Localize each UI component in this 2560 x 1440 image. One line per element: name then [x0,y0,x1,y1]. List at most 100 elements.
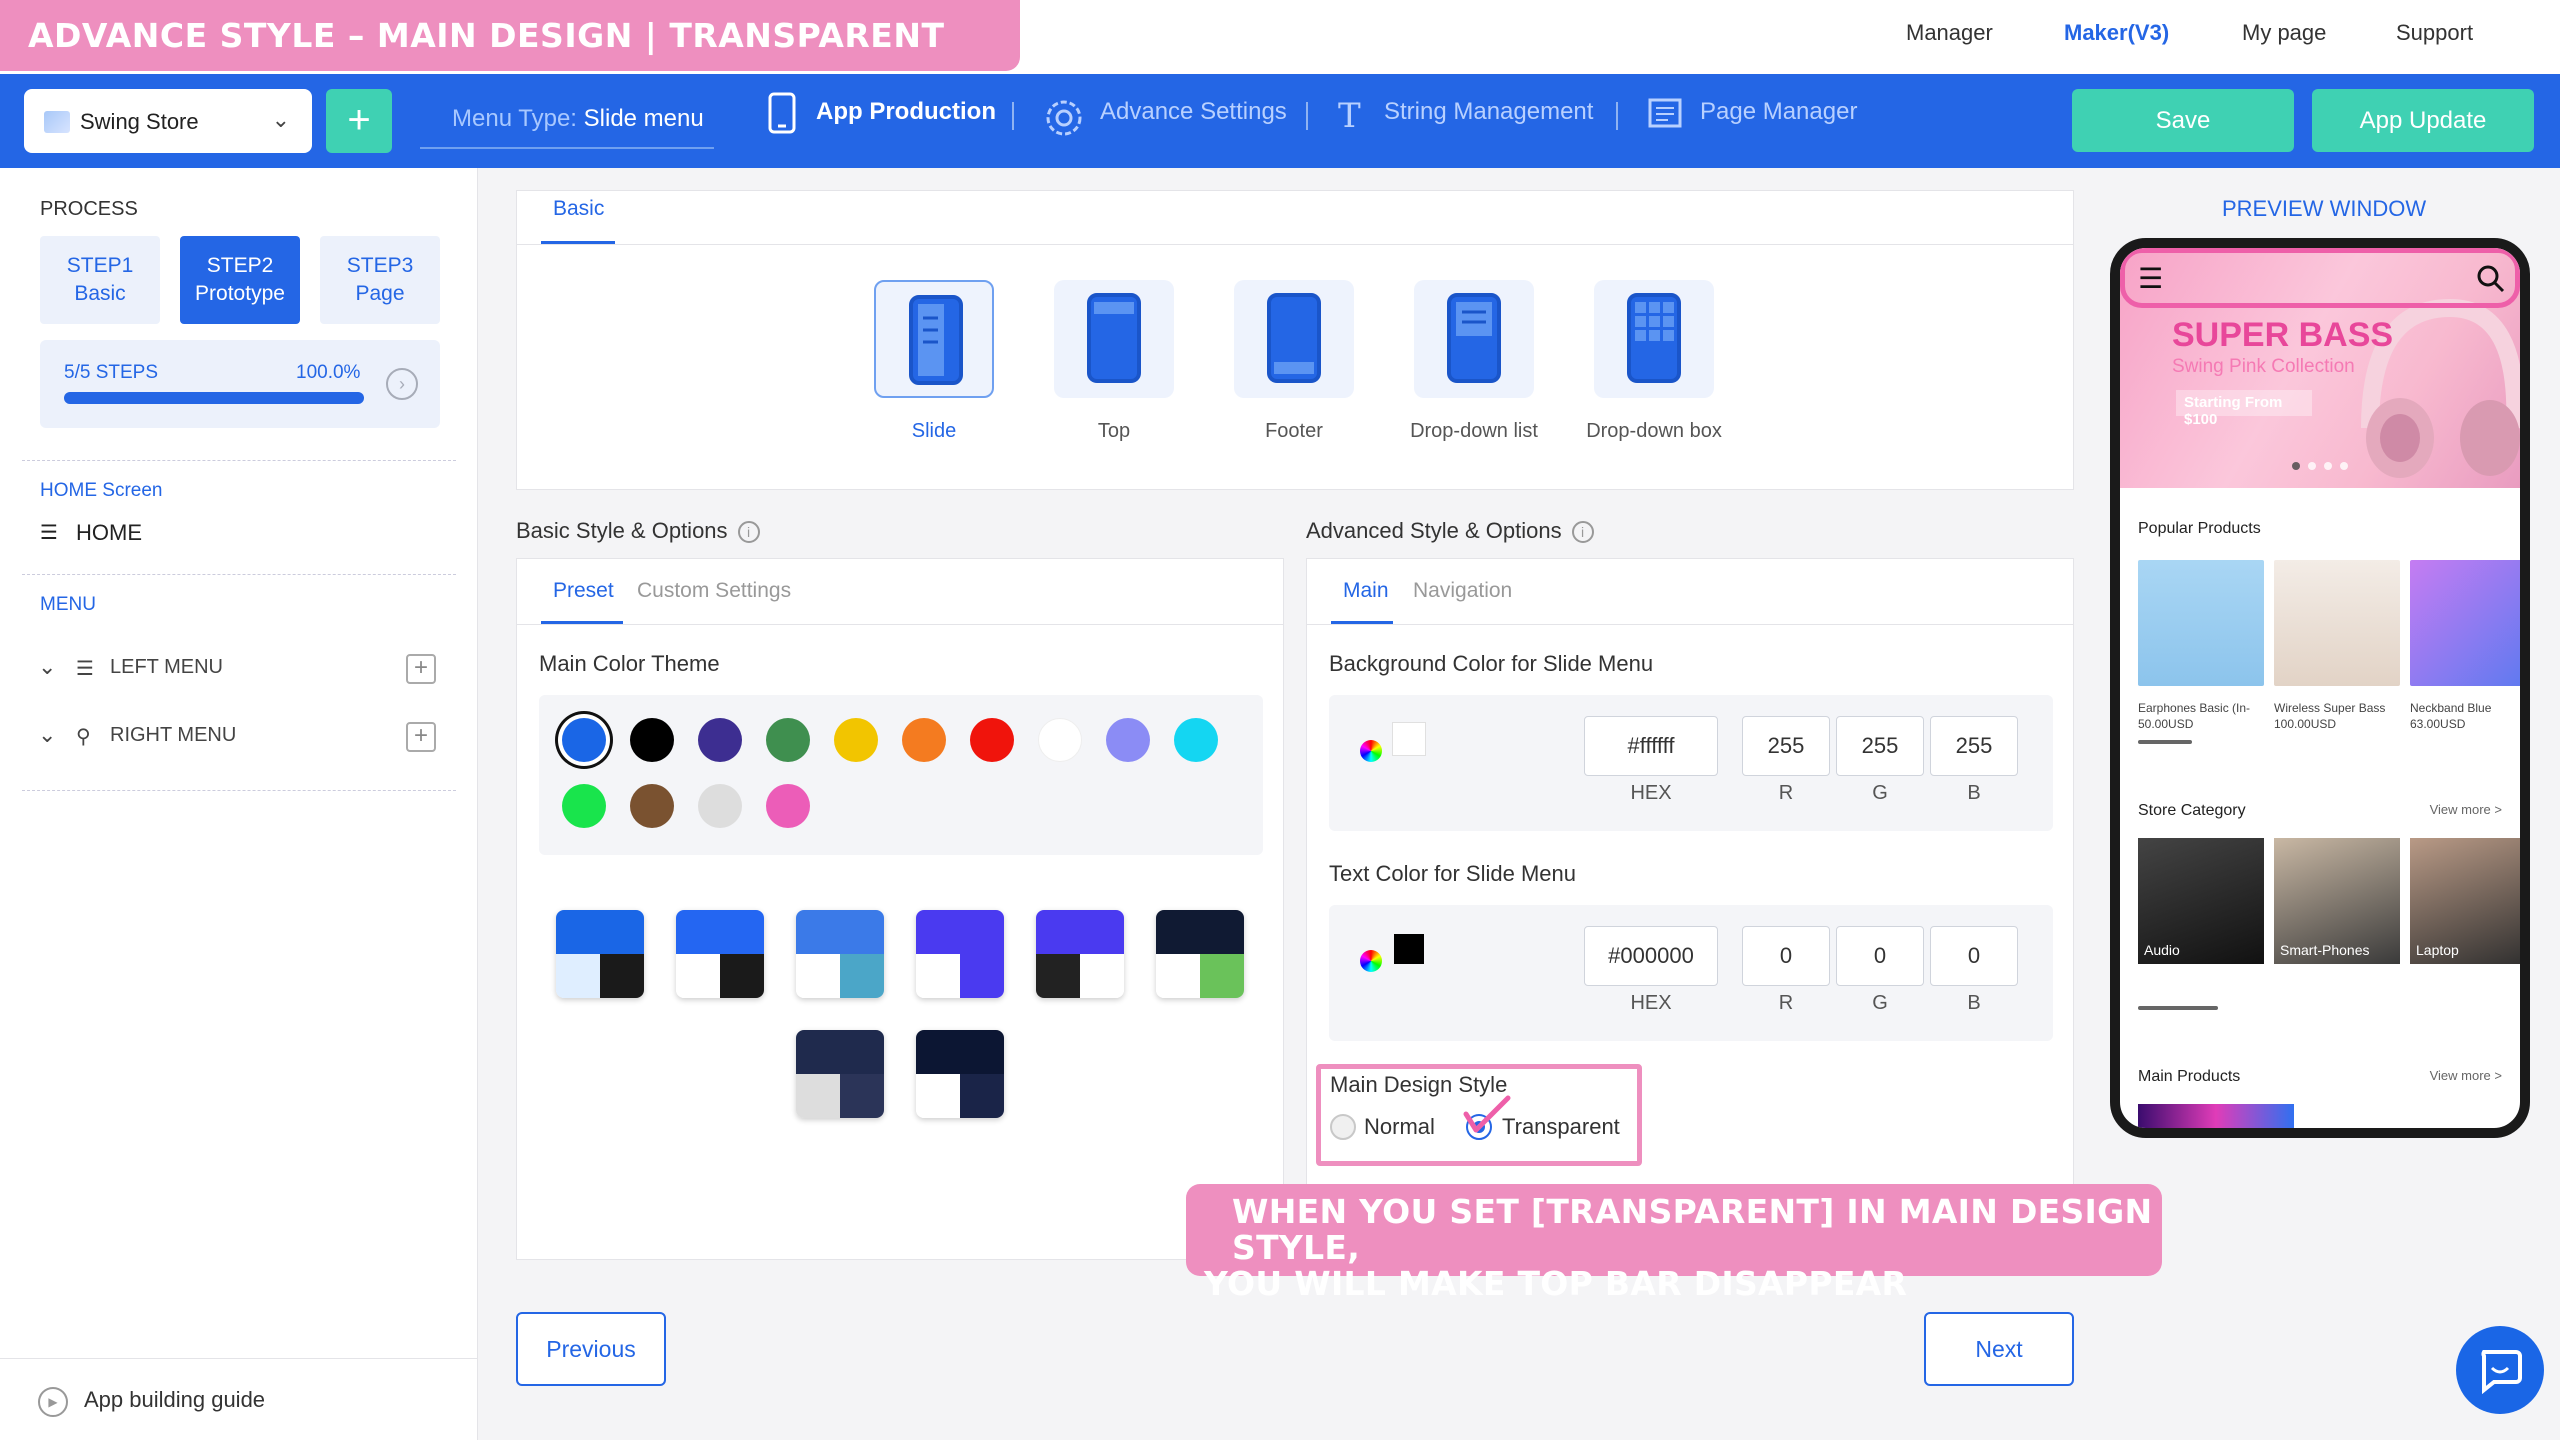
bg-color-preview[interactable] [1392,722,1426,756]
bg-hex-input[interactable]: #ffffff [1584,716,1718,776]
next-button[interactable]: Next [1924,1312,2074,1386]
nav-advance-settings[interactable]: Advance Settings [1100,98,1287,126]
previous-button[interactable]: Previous [516,1312,666,1386]
text-r-input[interactable]: 0 [1742,926,1830,986]
menu-type-top[interactable] [1054,280,1174,398]
text-color-preview[interactable] [1394,934,1424,964]
text-b-input[interactable]: 0 [1930,926,2018,986]
product-image-wireless[interactable] [2274,560,2400,686]
add-store-button[interactable]: + [326,89,392,153]
color-swatch[interactable] [970,718,1014,762]
preset-theme-1[interactable] [556,910,644,998]
add-right-menu-button[interactable]: + [406,722,436,752]
arrow-right-icon[interactable]: › [386,368,418,400]
preset-theme-4[interactable] [916,910,1004,998]
product-image-neckband[interactable] [2410,560,2520,686]
divider [22,574,456,575]
text-icon: T [1338,96,1361,136]
preset-theme-3[interactable] [796,910,884,998]
add-left-menu-button[interactable]: + [406,654,436,684]
preset-theme-6[interactable] [1156,910,1244,998]
nav-separator [1616,102,1618,130]
color-swatch[interactable] [562,784,606,828]
menu-type-slide-label: Slide [911,420,957,442]
color-swatch[interactable] [766,784,810,828]
product-image-earphones[interactable] [2138,560,2264,686]
nav-manager[interactable]: Manager [1906,20,1993,46]
nav-my-page[interactable]: My page [2242,20,2326,46]
top-bar: ADVANCE STYLE – MAIN DESIGN | TRANSPAREN… [0,0,2560,126]
color-swatch[interactable] [834,718,878,762]
text-hex-input[interactable]: #000000 [1584,926,1718,986]
divider [22,460,456,461]
color-swatch[interactable] [902,718,946,762]
category-label: Laptop [2416,942,2459,958]
menu-type-dropdown-box[interactable] [1594,280,1714,398]
color-swatch[interactable] [766,718,810,762]
sidebar-item-home[interactable]: HOME [76,520,142,546]
view-more-link[interactable]: View more > [2430,1068,2502,1083]
view-more-link[interactable]: View more > [2430,802,2502,817]
info-icon[interactable]: i [737,521,760,544]
color-picker-icon[interactable] [1360,950,1382,972]
menu-type-footer[interactable] [1234,280,1354,398]
bg-r-input[interactable]: 255 [1742,716,1830,776]
chevron-down-icon[interactable]: ⌄ [38,722,56,748]
save-button[interactable]: Save [2072,89,2294,152]
step1-button[interactable]: STEP1 Basic [40,236,160,324]
tab-navigation[interactable]: Navigation [1413,579,1512,603]
carousel-dot[interactable] [2292,462,2300,470]
page-manager-icon [1648,96,1682,136]
carousel-dot[interactable] [2340,462,2348,470]
nav-page-manager[interactable]: Page Manager [1700,98,1857,126]
carousel-dot[interactable] [2308,462,2316,470]
sidebar-item-right-menu[interactable]: RIGHT MENU [110,724,236,747]
tab-main[interactable]: Main [1343,579,1389,603]
carousel-dot[interactable] [2324,462,2332,470]
main-color-theme-title: Main Color Theme [539,651,720,676]
color-swatch[interactable] [630,718,674,762]
scroll-indicator [2138,1006,2218,1010]
tab-custom-settings[interactable]: Custom Settings [637,579,791,603]
text-g-input[interactable]: 0 [1836,926,1924,986]
tab-basic[interactable]: Basic [553,197,604,221]
store-selector[interactable]: Swing Store ⌄ [24,89,312,153]
bg-b-input[interactable]: 255 [1930,716,2018,776]
chat-button[interactable] [2456,1326,2544,1414]
menu-type-slide[interactable] [874,280,994,398]
color-swatch[interactable] [1174,718,1218,762]
preset-theme-5[interactable] [1036,910,1124,998]
radio-normal[interactable] [1330,1114,1356,1140]
chevron-down-icon[interactable]: ⌄ [38,654,56,680]
color-swatch[interactable] [1038,718,1082,762]
nav-maker[interactable]: Maker(V3) [2064,20,2169,46]
app-update-button[interactable]: App Update [2312,89,2534,152]
nav-string-management[interactable]: String Management [1384,98,1593,126]
nav-support[interactable]: Support [2396,20,2473,46]
color-swatch[interactable] [698,718,742,762]
bg-g-input[interactable]: 255 [1836,716,1924,776]
color-swatch[interactable] [630,784,674,828]
main-product-image[interactable] [2138,1104,2294,1128]
color-swatch[interactable] [1106,718,1150,762]
preset-theme-2[interactable] [676,910,764,998]
category-smart-phones[interactable]: Smart-Phones [2274,838,2400,964]
search-icon[interactable] [2476,264,2506,294]
color-swatch[interactable] [562,718,606,762]
category-audio[interactable]: Audio [2138,838,2264,964]
hamburger-icon[interactable]: ☰ [2138,262,2163,295]
info-icon[interactable]: i [1571,521,1594,544]
category-laptop[interactable]: Laptop [2410,838,2520,964]
app-building-guide[interactable]: ▶ App building guide [0,1358,478,1440]
color-picker-icon[interactable] [1360,740,1382,762]
tab-preset[interactable]: Preset [553,579,614,603]
preset-theme-8[interactable] [916,1030,1004,1118]
sidebar-item-left-menu[interactable]: LEFT MENU [110,656,223,679]
menu-type-dropdown-list[interactable] [1414,280,1534,398]
nav-app-production[interactable]: App Production [816,98,996,126]
step2-button[interactable]: STEP2 Prototype [180,236,300,324]
step3-button[interactable]: STEP3 Page [320,236,440,324]
color-swatch[interactable] [698,784,742,828]
preset-theme-7[interactable] [796,1030,884,1118]
annotation-callout: WHEN YOU SET [TRANSPARENT] IN MAIN DESIG… [1186,1184,2162,1302]
